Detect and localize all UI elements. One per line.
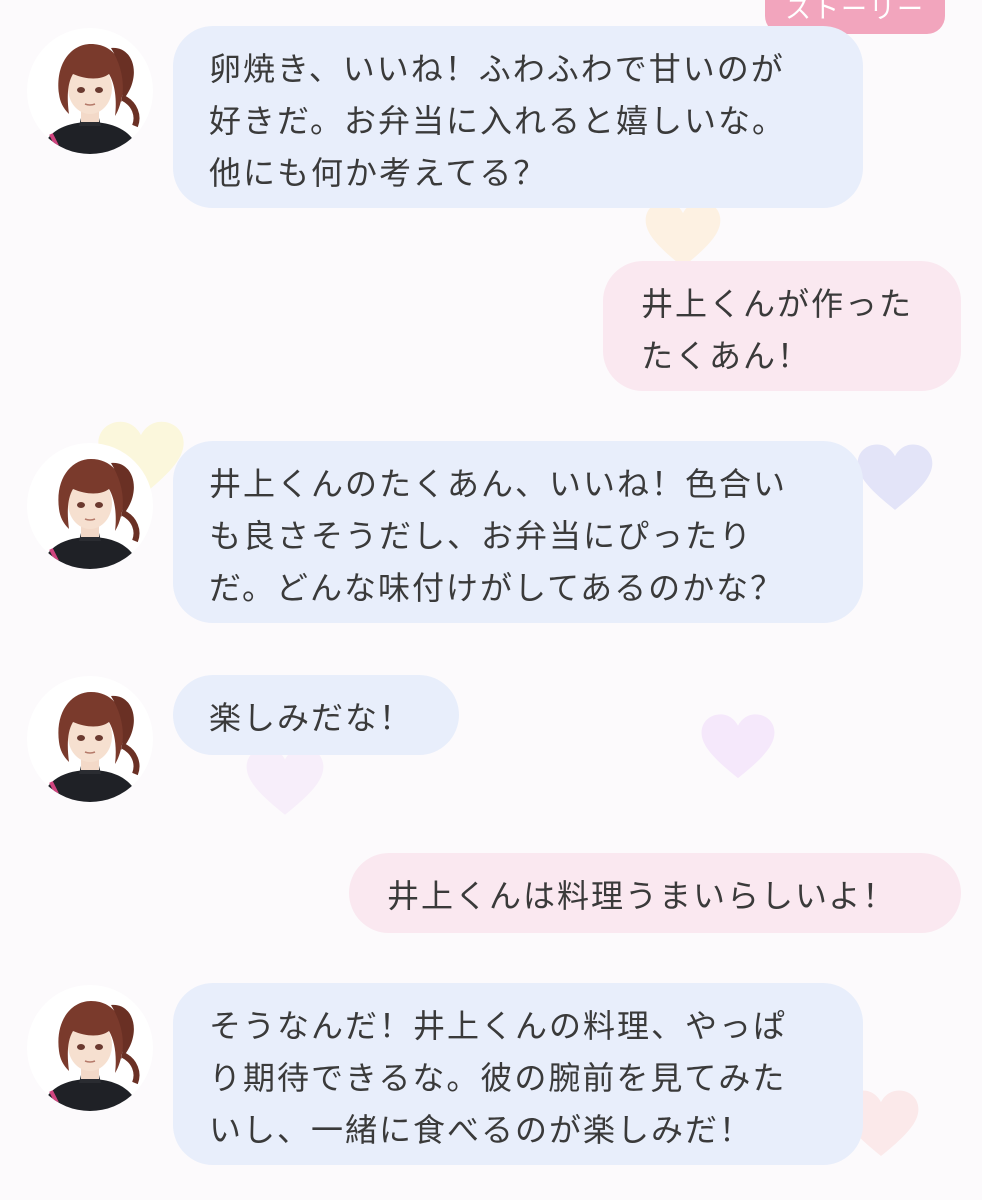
message-text: 卵焼き、いいね！ふわふわで甘いのが bbox=[209, 50, 785, 88]
message-text: 井上くんが作った bbox=[641, 285, 914, 323]
message-text: だ。どんな味付けがしてあるのかな？ bbox=[209, 569, 785, 607]
avatar[interactable] bbox=[27, 28, 153, 154]
message-bubble: 楽しみだな！ bbox=[173, 675, 459, 755]
message-bubble: 井上くんのたくあん、いいね！色合い も良さそうだし、お弁当にぴったり だ。どんな… bbox=[173, 441, 863, 623]
avatar[interactable] bbox=[27, 443, 153, 569]
message-bubble: 井上くんは料理うまいらしいよ！ bbox=[349, 853, 961, 933]
character-avatar-icon bbox=[41, 44, 140, 154]
message-text: 井上くんは料理うまいらしいよ！ bbox=[387, 877, 897, 915]
character-avatar-icon bbox=[41, 692, 140, 802]
message-bubble: 井上くんが作った たくあん！ bbox=[603, 261, 961, 391]
message-text: り期待できるな。彼の腕前を見てみた bbox=[209, 1059, 787, 1097]
avatar[interactable] bbox=[27, 676, 153, 802]
message-text: 好きだ。お弁当に入れると嬉しいな。 bbox=[209, 102, 787, 140]
heart-icon bbox=[246, 747, 324, 815]
character-avatar-icon bbox=[41, 459, 140, 569]
message-text: たくあん！ bbox=[641, 337, 812, 375]
message-text: 他にも何か考えてる？ bbox=[209, 154, 548, 192]
message-text: そうなんだ！井上くんの料理、やっぱ bbox=[209, 1007, 788, 1045]
heart-icon bbox=[857, 444, 933, 510]
heart-icon bbox=[701, 714, 775, 779]
message-text: 楽しみだな！ bbox=[209, 699, 414, 737]
message-bubble: そうなんだ！井上くんの料理、やっぱ り期待できるな。彼の腕前を見てみた いし、一… bbox=[173, 983, 863, 1165]
message-text: も良さそうだし、お弁当にぴったり bbox=[209, 517, 754, 555]
message-text: いし、一緒に食べるのが楽しみだ！ bbox=[209, 1111, 754, 1149]
message-text: 井上くんのたくあん、いいね！色合い bbox=[209, 465, 788, 503]
character-avatar-icon bbox=[41, 1001, 140, 1111]
avatar[interactable] bbox=[27, 985, 153, 1111]
heart-icon bbox=[645, 201, 721, 267]
message-bubble: 卵焼き、いいね！ふわふわで甘いのが 好きだ。お弁当に入れると嬉しいな。 他にも何… bbox=[173, 26, 863, 208]
